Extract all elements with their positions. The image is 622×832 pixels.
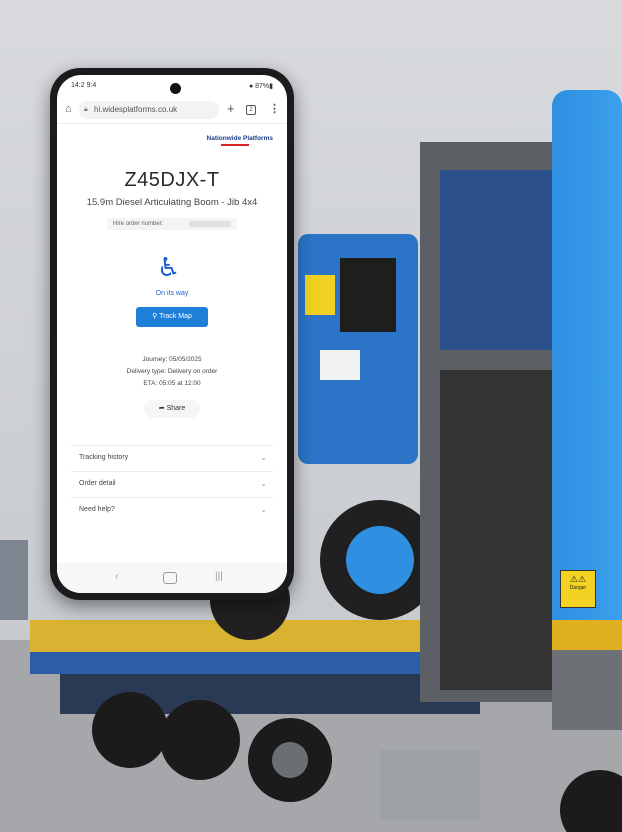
- menu-icon[interactable]: ⋮: [269, 102, 280, 115]
- chevron-down-icon: ⌄: [260, 453, 267, 462]
- warning-sticker: ⚠⚠ Danger: [560, 570, 596, 608]
- back-icon[interactable]: ‹: [115, 571, 118, 582]
- accordion-label: Order detail: [79, 480, 116, 487]
- journey-info: Journey: 05/05/2025: [142, 356, 202, 363]
- status-text: On its way: [155, 290, 189, 297]
- share-button[interactable]: ➦ Share: [144, 400, 200, 418]
- track-map-label: Track Map: [159, 313, 192, 320]
- lock-icon: 🔒︎: [84, 106, 88, 113]
- share-label: Share: [166, 405, 186, 412]
- plus-icon[interactable]: +: [227, 101, 235, 116]
- hire-order-label: Hire order number:: [113, 221, 164, 227]
- share-icon: ➦: [158, 405, 167, 412]
- eta-info: ETA: 05:05 at 12:00: [143, 380, 201, 387]
- hire-order-value: [189, 221, 231, 227]
- camera-icon: [170, 83, 181, 94]
- page-subtitle: 15.9m Diesel Articulating Boom - Jib 4x4: [86, 197, 258, 208]
- status-time: 14:2 9:4: [71, 82, 97, 89]
- wheelchair-truck-icon: ♿︎: [157, 252, 181, 282]
- chevron-down-icon: ⌄: [260, 505, 267, 514]
- recent-apps-icon[interactable]: |||: [215, 571, 223, 582]
- page-title: Z45DJX-T: [124, 169, 220, 191]
- phone-frame: 14:2 9:4 ● 87%▮ ⌂ 🔒︎ hi.widesplatforms.c…: [50, 68, 294, 600]
- browser-toolbar: ⌂ 🔒︎ hi.widesplatforms.co.uk + 2 ⋮: [57, 97, 287, 124]
- brand-logo: Nationwide Platforms: [206, 135, 273, 142]
- hire-order-row: Hire order number:: [107, 218, 237, 230]
- home-icon[interactable]: ⌂: [65, 103, 72, 115]
- tabs-icon[interactable]: 2: [246, 105, 256, 115]
- status-indicators: ● 87%▮: [248, 83, 273, 90]
- accordion-order-detail[interactable]: Order detail ⌄: [71, 471, 273, 496]
- delivery-type-info: Delivery type: Delivery on order: [126, 368, 218, 375]
- android-nav-bar: ‹ |||: [57, 563, 287, 593]
- track-map-button[interactable]: ⚲ Track Map: [136, 307, 208, 327]
- brand-underline: [221, 144, 249, 146]
- warning-text: Danger: [569, 585, 587, 591]
- address-bar[interactable]: 🔒︎ hi.widesplatforms.co.uk: [79, 101, 219, 119]
- accordion-tracking-history[interactable]: Tracking history ⌄: [71, 445, 273, 470]
- url-text: hi.widesplatforms.co.uk: [94, 105, 178, 114]
- phone-screen: 14:2 9:4 ● 87%▮ ⌂ 🔒︎ hi.widesplatforms.c…: [57, 75, 287, 593]
- home-button-icon[interactable]: [163, 572, 177, 584]
- accordion-need-help[interactable]: Need help? ⌄: [71, 497, 273, 522]
- accordion-label: Tracking history: [79, 454, 129, 461]
- warning-icon: ⚠⚠: [569, 574, 587, 584]
- accordion-label: Need help?: [79, 506, 115, 513]
- chevron-down-icon: ⌄: [260, 479, 267, 488]
